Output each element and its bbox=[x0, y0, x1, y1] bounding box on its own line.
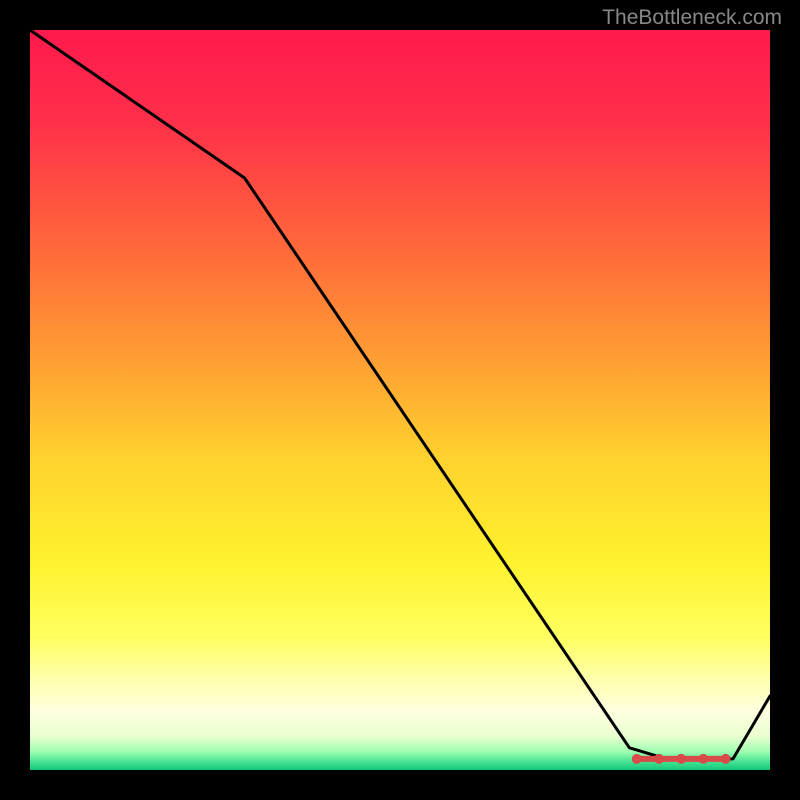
chart-container: TheBottleneck.com bbox=[0, 0, 800, 800]
plot-area bbox=[30, 30, 770, 770]
background-gradient bbox=[30, 30, 770, 770]
watermark-label: TheBottleneck.com bbox=[602, 6, 782, 30]
